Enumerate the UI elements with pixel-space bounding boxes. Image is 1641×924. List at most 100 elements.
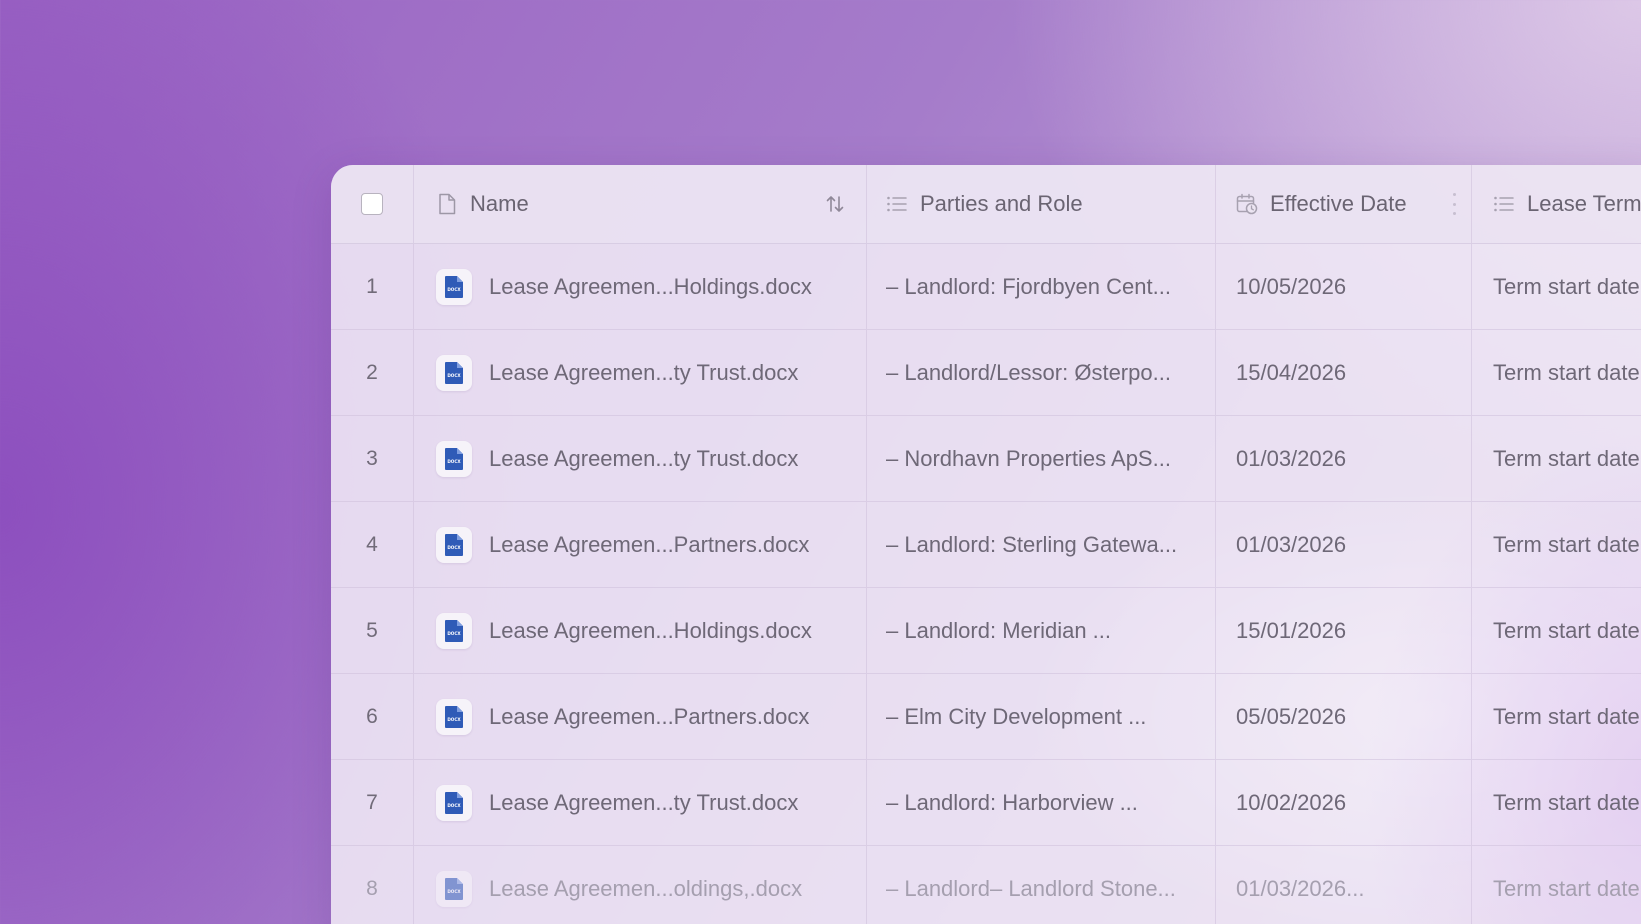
column-header-name[interactable]: Name — [414, 165, 867, 243]
effective-date-text: 01/03/2026... — [1236, 875, 1365, 901]
parties-cell[interactable]: – Landlord: Fjordbyen Cent... — [867, 244, 1216, 329]
name-cell[interactable]: DOCX Lease Agreemen...ty Trust.docx — [414, 760, 867, 845]
row-number-cell: 8 — [331, 846, 414, 924]
file-name: Lease Agreemen...Partners.docx — [489, 531, 810, 557]
name-cell[interactable]: DOCX Lease Agreemen...Partners.docx — [414, 674, 867, 759]
parties-cell[interactable]: – Landlord: Harborview ... — [867, 760, 1216, 845]
sort-icon[interactable] — [824, 193, 846, 215]
column-header-effective-date[interactable]: Effective Date — [1216, 165, 1472, 243]
column-header-parties[interactable]: Parties and Role — [867, 165, 1216, 243]
table-row[interactable]: 4 DOCX Lease Agreemen...Partners.docx – … — [331, 502, 1641, 588]
lease-term-cell[interactable]: Term start date — [1472, 846, 1641, 924]
row-number: 6 — [366, 704, 378, 728]
file-name: Lease Agreemen...Holdings.docx — [489, 617, 812, 643]
parties-cell[interactable]: – Landlord– Landlord Stone... — [867, 846, 1216, 924]
file-name: Lease Agreemen...Holdings.docx — [489, 273, 812, 299]
column-label-parties: Parties and Role — [920, 191, 1083, 216]
svg-text:DOCX: DOCX — [447, 545, 461, 550]
name-cell[interactable]: DOCX Lease Agreemen...ty Trust.docx — [414, 330, 867, 415]
parties-text: – Nordhavn Properties ApS... — [886, 445, 1171, 471]
effective-date-cell[interactable]: 05/05/2026 — [1216, 674, 1472, 759]
effective-date-text: 01/03/2026 — [1236, 531, 1347, 557]
calendar-clock-icon — [1236, 193, 1258, 215]
column-menu-icon[interactable] — [1451, 193, 1457, 215]
lease-term-text: Term start date — [1493, 359, 1640, 385]
svg-text:DOCX: DOCX — [447, 459, 461, 464]
parties-cell[interactable]: – Landlord: Sterling Gatewa... — [867, 502, 1216, 587]
lease-term-cell[interactable]: Term start date — [1472, 244, 1641, 329]
select-all-checkbox[interactable] — [361, 193, 383, 215]
parties-text: – Elm City Development ... — [886, 703, 1147, 729]
effective-date-cell[interactable]: 01/03/2026 — [1216, 416, 1472, 501]
table-row[interactable]: 7 DOCX Lease Agreemen...ty Trust.docx – … — [331, 760, 1641, 846]
parties-cell[interactable]: – Elm City Development ... — [867, 674, 1216, 759]
row-number-cell: 7 — [331, 760, 414, 845]
name-cell[interactable]: DOCX Lease Agreemen...Holdings.docx — [414, 244, 867, 329]
lease-term-cell[interactable]: Term start date — [1472, 330, 1641, 415]
lease-term-cell[interactable]: Term start date — [1472, 502, 1641, 587]
table-row[interactable]: 5 DOCX Lease Agreemen...Holdings.docx – … — [331, 588, 1641, 674]
file-name: Lease Agreemen...ty Trust.docx — [489, 359, 799, 385]
effective-date-cell[interactable]: 15/04/2026 — [1216, 330, 1472, 415]
table-header: Name Parties and Role Effective Date Lea… — [331, 165, 1641, 244]
parties-text: – Landlord: Harborview ... — [886, 789, 1138, 815]
column-label-name: Name — [470, 191, 529, 216]
name-cell[interactable]: DOCX Lease Agreemen...oldings,.docx — [414, 846, 867, 924]
effective-date-cell[interactable]: 10/05/2026 — [1216, 244, 1472, 329]
column-label-lease-term: Lease Term — [1527, 191, 1641, 216]
docx-file-icon: DOCX — [436, 526, 472, 563]
docx-file-icon: DOCX — [436, 268, 472, 305]
row-number-cell: 3 — [331, 416, 414, 501]
docx-file-icon: DOCX — [436, 784, 472, 821]
lease-term-cell[interactable]: Term start date — [1472, 416, 1641, 501]
effective-date-text: 05/05/2026 — [1236, 703, 1347, 729]
effective-date-text: 15/01/2026 — [1236, 617, 1347, 643]
table-row[interactable]: 8 DOCX Lease Agreemen...oldings,.docx – … — [331, 846, 1641, 924]
header-select-cell — [331, 165, 414, 243]
row-number-cell: 5 — [331, 588, 414, 673]
lease-term-cell[interactable]: Term start date — [1472, 760, 1641, 845]
name-cell[interactable]: DOCX Lease Agreemen...ty Trust.docx — [414, 416, 867, 501]
parties-text: – Landlord: Sterling Gatewa... — [886, 531, 1178, 557]
lease-term-text: Term start date — [1493, 703, 1640, 729]
docx-file-icon: DOCX — [436, 440, 472, 477]
effective-date-text: 15/04/2026 — [1236, 359, 1347, 385]
lease-term-text: Term start date — [1493, 875, 1640, 901]
table-row[interactable]: 1 DOCX Lease Agreemen...Holdings.docx – … — [331, 244, 1641, 330]
effective-date-cell[interactable]: 10/02/2026 — [1216, 760, 1472, 845]
effective-date-text: 10/05/2026 — [1236, 273, 1347, 299]
effective-date-cell[interactable]: 01/03/2026 — [1216, 502, 1472, 587]
row-number: 4 — [366, 532, 378, 556]
file-name: Lease Agreemen...oldings,.docx — [489, 875, 803, 901]
table-row[interactable]: 3 DOCX Lease Agreemen...ty Trust.docx – … — [331, 416, 1641, 502]
effective-date-cell[interactable]: 15/01/2026 — [1216, 588, 1472, 673]
parties-text: – Landlord: Fjordbyen Cent... — [886, 273, 1171, 299]
file-name: Lease Agreemen...ty Trust.docx — [489, 789, 799, 815]
list-icon — [1493, 193, 1515, 215]
lease-term-text: Term start date — [1493, 445, 1640, 471]
parties-cell[interactable]: – Landlord/Lessor: Østerpo... — [867, 330, 1216, 415]
name-cell[interactable]: DOCX Lease Agreemen...Holdings.docx — [414, 588, 867, 673]
parties-text: – Landlord: Meridian ... — [886, 617, 1112, 643]
docx-file-icon: DOCX — [436, 870, 472, 907]
column-header-lease-term[interactable]: Lease Term — [1472, 165, 1641, 243]
lease-term-text: Term start date — [1493, 617, 1640, 643]
table-row[interactable]: 6 DOCX Lease Agreemen...Partners.docx – … — [331, 674, 1641, 760]
row-number-cell: 2 — [331, 330, 414, 415]
lease-term-cell[interactable]: Term start date — [1472, 588, 1641, 673]
table-panel: Name Parties and Role Effective Date Lea… — [331, 165, 1641, 924]
effective-date-text: 10/02/2026 — [1236, 789, 1347, 815]
row-number: 2 — [366, 360, 378, 384]
row-number: 8 — [366, 876, 378, 900]
column-label-effective-date: Effective Date — [1270, 191, 1407, 216]
row-number: 1 — [366, 274, 378, 298]
file-name: Lease Agreemen...Partners.docx — [489, 703, 810, 729]
effective-date-cell[interactable]: 01/03/2026... — [1216, 846, 1472, 924]
parties-cell[interactable]: – Nordhavn Properties ApS... — [867, 416, 1216, 501]
svg-text:DOCX: DOCX — [447, 717, 461, 722]
name-cell[interactable]: DOCX Lease Agreemen...Partners.docx — [414, 502, 867, 587]
row-number: 3 — [366, 446, 378, 470]
lease-term-cell[interactable]: Term start date — [1472, 674, 1641, 759]
parties-cell[interactable]: – Landlord: Meridian ... — [867, 588, 1216, 673]
table-row[interactable]: 2 DOCX Lease Agreemen...ty Trust.docx – … — [331, 330, 1641, 416]
